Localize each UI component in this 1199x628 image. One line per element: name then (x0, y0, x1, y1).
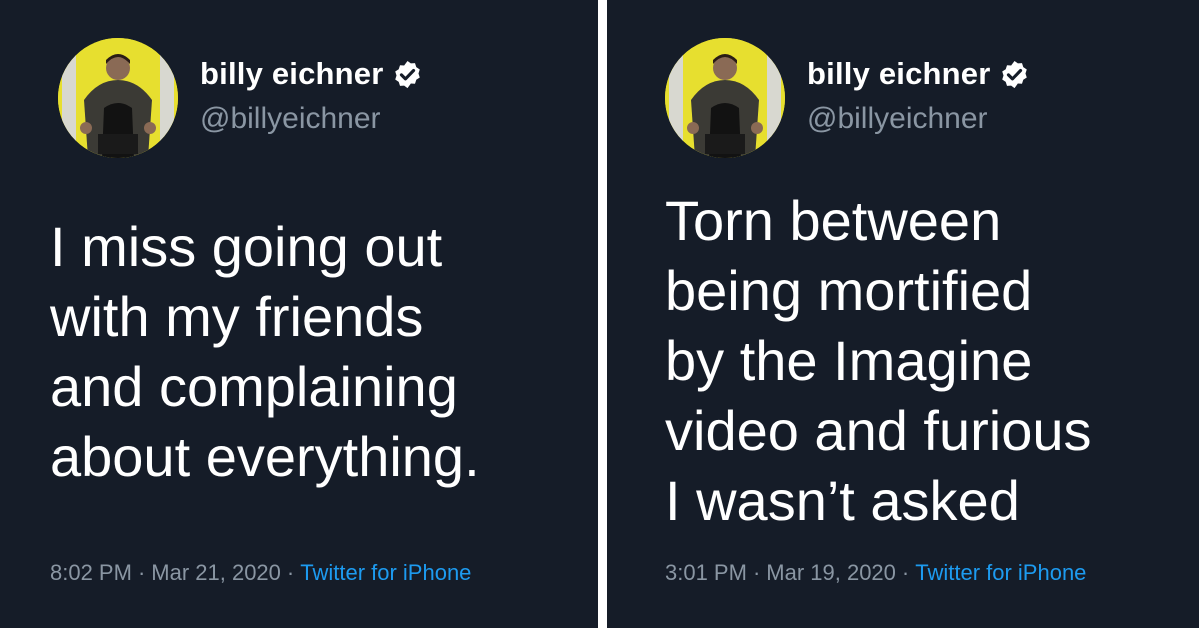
author-row: billy eichner (200, 56, 423, 92)
verified-badge-icon (1001, 60, 1027, 88)
avatar[interactable] (665, 38, 785, 158)
tweet-date[interactable]: Mar 21, 2020 (151, 560, 281, 585)
tweet-time[interactable]: 8:02 PM (50, 560, 132, 585)
tweet-meta: 3:01 PM · Mar 19, 2020 · Twitter for iPhone (665, 560, 1086, 586)
tweet-source-link[interactable]: Twitter for iPhone (300, 560, 471, 585)
avatar-image (665, 38, 785, 158)
author-handle[interactable]: @billyeichner (807, 102, 988, 136)
tweet-card: billy eichner @billyeichner Torn between… (607, 0, 1199, 628)
separator: · (752, 560, 761, 585)
author-name[interactable]: billy eichner (200, 56, 384, 92)
separator: · (286, 560, 295, 585)
tweet-time[interactable]: 3:01 PM (665, 560, 747, 585)
tweet-text: Torn between being mortified by the Imag… (665, 189, 1092, 532)
author-row: billy eichner (807, 56, 1030, 92)
separator: · (901, 560, 910, 585)
tweet-meta: 8:02 PM · Mar 21, 2020 · Twitter for iPhone (50, 560, 471, 586)
author-handle[interactable]: @billyeichner (200, 102, 381, 136)
separator: · (137, 560, 146, 585)
avatar[interactable] (58, 38, 178, 158)
verified-badge-icon (394, 60, 420, 88)
avatar-image (58, 38, 178, 158)
author-name[interactable]: billy eichner (807, 56, 991, 92)
tweet-screenshot-collage: billy eichner @billyeichner I miss going… (0, 0, 1199, 628)
tweet-card: billy eichner @billyeichner I miss going… (0, 0, 598, 628)
tweet-date[interactable]: Mar 19, 2020 (766, 560, 896, 585)
tweet-text: I miss going out with my friends and com… (50, 215, 480, 488)
tweet-source-link[interactable]: Twitter for iPhone (915, 560, 1086, 585)
